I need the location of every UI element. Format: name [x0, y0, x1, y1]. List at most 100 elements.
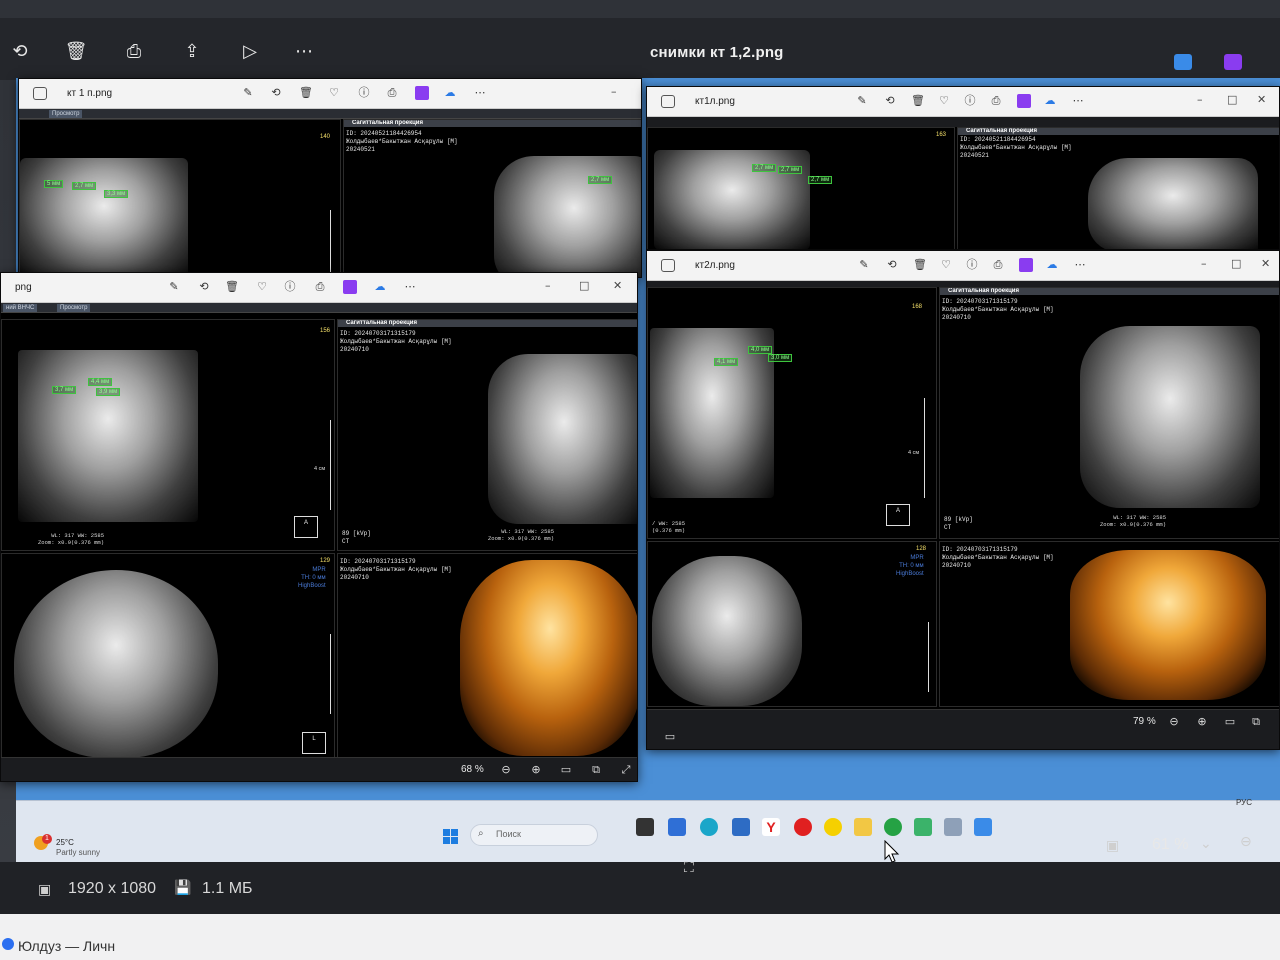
store-icon[interactable] [732, 818, 750, 836]
viewer-window-png[interactable]: png ✎ ⟲ 🗑 ♡ ⓘ ⎙ ☁ ⋯ – □ ✕ ний ВНЧС Просм… [0, 272, 638, 782]
sagittal-pane[interactable]: Сагиттальная проекция ID: 20240703171315… [939, 287, 1279, 539]
heart-icon[interactable]: ♡ [327, 86, 341, 100]
delete-icon[interactable]: 🗑 [913, 258, 927, 272]
info-icon[interactable]: ⓘ [283, 280, 297, 294]
yandex-browser-icon[interactable]: Y [762, 818, 780, 836]
more-icon[interactable]: ⋯ [403, 280, 417, 294]
more-icon[interactable]: ⋯ [473, 86, 487, 100]
clipchamp-icon[interactable] [1224, 54, 1242, 70]
heart-icon[interactable]: ♡ [255, 280, 269, 294]
mode-tab[interactable]: ний ВНЧС [3, 304, 38, 312]
fit-screen-icon[interactable]: ⛶ [684, 860, 694, 876]
filmstrip-toggle-icon[interactable]: ▭ [663, 730, 677, 744]
volume-render-pane[interactable]: ID: 20240703171315179 Жолдыбаев*Бакытжан … [337, 553, 637, 759]
app-icon[interactable] [944, 818, 962, 836]
info-icon[interactable]: ⓘ [357, 86, 371, 100]
info-icon[interactable]: ⓘ [963, 94, 977, 108]
app-icon[interactable] [914, 818, 932, 836]
zoom-out-icon[interactable]: ⊖ [499, 763, 513, 777]
clipchamp-icon[interactable] [1017, 94, 1031, 108]
orientation-cube[interactable]: A [294, 516, 318, 538]
whatsapp-icon[interactable] [884, 818, 902, 836]
delete-icon[interactable]: 🗑 [911, 94, 925, 108]
fit-icon[interactable]: ▭ [1223, 715, 1237, 729]
maximize-icon[interactable]: □ [579, 279, 589, 292]
clipchamp-icon[interactable] [1019, 258, 1033, 272]
rotate-icon[interactable]: ⟲ [883, 94, 897, 108]
axial-pane[interactable]: 129 MPR TH: 0 мм HighBoost L [1, 553, 335, 759]
viewer-window-kt1l[interactable]: кт1л.png ✎ ⟲ 🗑 ♡ ⓘ ⎙ ☁ ⋯ – □ ✕ 2,7 мм 2,… [646, 86, 1280, 250]
language-indicator[interactable]: РУС [1236, 798, 1252, 807]
zoom-out-icon[interactable]: ⊖ [1167, 715, 1181, 729]
axial-pane[interactable]: 128 MPR TH: 0 мм HighBoost [647, 541, 937, 707]
coronal-pane[interactable]: 2,7 мм 2,7 мм 2,7 мм 163 [647, 127, 955, 249]
slideshow-icon[interactable]: ▷ [238, 40, 262, 64]
zoom-in-icon[interactable]: ⊕ [1195, 715, 1209, 729]
zoom-level[interactable]: 68 % [461, 764, 484, 775]
sagittal-pane[interactable]: Сагиттальная проекция ID: 20240521184426… [343, 119, 641, 277]
print-icon[interactable]: ⎙ [122, 40, 146, 64]
screenshot-icon[interactable]: ▣ [1106, 838, 1119, 854]
print-icon[interactable]: ⎙ [313, 280, 327, 294]
more-icon[interactable]: ⋯ [292, 40, 316, 64]
coronal-pane[interactable]: 4,1 мм 4,0 мм 3,0 мм 168 4 см A / WW: 25… [647, 287, 937, 539]
edit-icon[interactable]: ✎ [167, 280, 181, 294]
clipchamp-icon[interactable] [415, 86, 429, 100]
edit-icon[interactable]: ✎ [857, 258, 871, 272]
cloud-icon[interactable]: ☁ [1043, 94, 1057, 108]
heart-icon[interactable]: ♡ [939, 258, 953, 272]
cloud-icon[interactable]: ☁ [373, 280, 387, 294]
delete-icon[interactable]: 🗑 [299, 86, 313, 100]
fullscreen-icon[interactable]: ⤢ [619, 763, 633, 777]
zoom-in-icon[interactable]: ⊕ [529, 763, 543, 777]
volume-render-pane[interactable]: ID: 20240703171315179 Жолдыбаев*Бакытжан … [939, 541, 1279, 707]
more-icon[interactable]: ⋯ [1071, 94, 1085, 108]
delete-icon[interactable]: 🗑 [225, 280, 239, 294]
sagittal-pane[interactable]: Сагиттальная проекция ID: 20240703171315… [337, 319, 637, 551]
sagittal-pane[interactable]: Сагиттальная проекция ID: 20240521184426… [957, 127, 1279, 249]
filmstrip-icon[interactable]: ⧉ [1249, 715, 1263, 729]
rotate-icon[interactable]: ⟲ [269, 86, 283, 100]
maximize-icon[interactable]: □ [1231, 257, 1241, 270]
photos-icon[interactable] [974, 818, 992, 836]
close-icon[interactable]: ✕ [1261, 257, 1270, 270]
filmstrip-icon[interactable]: ⧉ [589, 763, 603, 777]
rotate-icon[interactable]: ⟲ [8, 40, 32, 64]
viewer-zoom[interactable]: 61 % [1152, 836, 1188, 854]
edit-icon[interactable]: ✎ [241, 86, 255, 100]
print-icon[interactable]: ⎙ [989, 94, 1003, 108]
close-icon[interactable]: ✕ [613, 279, 622, 292]
minimize-icon[interactable]: – [1197, 93, 1203, 106]
share-icon[interactable]: ⇪ [180, 40, 204, 64]
orientation-cube[interactable]: L [302, 732, 326, 754]
info-icon[interactable]: ⓘ [965, 258, 979, 272]
teams-icon[interactable] [668, 818, 686, 836]
taskbar-search[interactable] [470, 824, 598, 846]
coronal-pane[interactable]: 5 мм 2,7 мм 3,3 мм 140 [19, 119, 341, 277]
start-button[interactable] [443, 829, 459, 845]
print-icon[interactable]: ⎙ [991, 258, 1005, 272]
file-explorer-icon[interactable] [854, 818, 872, 836]
edge-icon[interactable] [700, 818, 718, 836]
minimize-icon[interactable]: – [611, 85, 617, 98]
zoom-level[interactable]: 79 % [1133, 716, 1156, 727]
rotate-icon[interactable]: ⟲ [885, 258, 899, 272]
rotate-icon[interactable]: ⟲ [197, 280, 211, 294]
browser-tab[interactable]: Юлдуз — Личн [18, 938, 115, 954]
mode-tab[interactable]: Просмотр [49, 110, 83, 118]
clipchamp-icon[interactable] [343, 280, 357, 294]
maximize-icon[interactable]: □ [1227, 93, 1237, 106]
edit-icon[interactable]: ✎ [855, 94, 869, 108]
delete-icon[interactable]: 🗑 [64, 40, 88, 64]
viewer-window-kt2l[interactable]: кт2л.png ✎ ⟲ 🗑 ♡ ⓘ ⎙ ☁ ⋯ – □ ✕ 4,1 мм 4,… [646, 250, 1280, 750]
minimize-icon[interactable]: – [1201, 257, 1207, 270]
yandex-icon[interactable] [794, 818, 812, 836]
viewer-window-kt1p[interactable]: кт 1 п.png ✎ ⟲ 🗑 ♡ ⓘ ⎙ ☁ ⋯ – Просмотр 5 … [18, 78, 642, 278]
mode-tab[interactable]: Просмотр [57, 304, 91, 312]
print-icon[interactable]: ⎙ [385, 86, 399, 100]
zoom-out-icon[interactable]: ⊖ [1240, 834, 1252, 850]
heart-icon[interactable]: ♡ [937, 94, 951, 108]
orientation-cube[interactable]: A [886, 504, 910, 526]
cloud-icon[interactable]: ☁ [1045, 258, 1059, 272]
close-icon[interactable]: ✕ [1257, 93, 1266, 106]
